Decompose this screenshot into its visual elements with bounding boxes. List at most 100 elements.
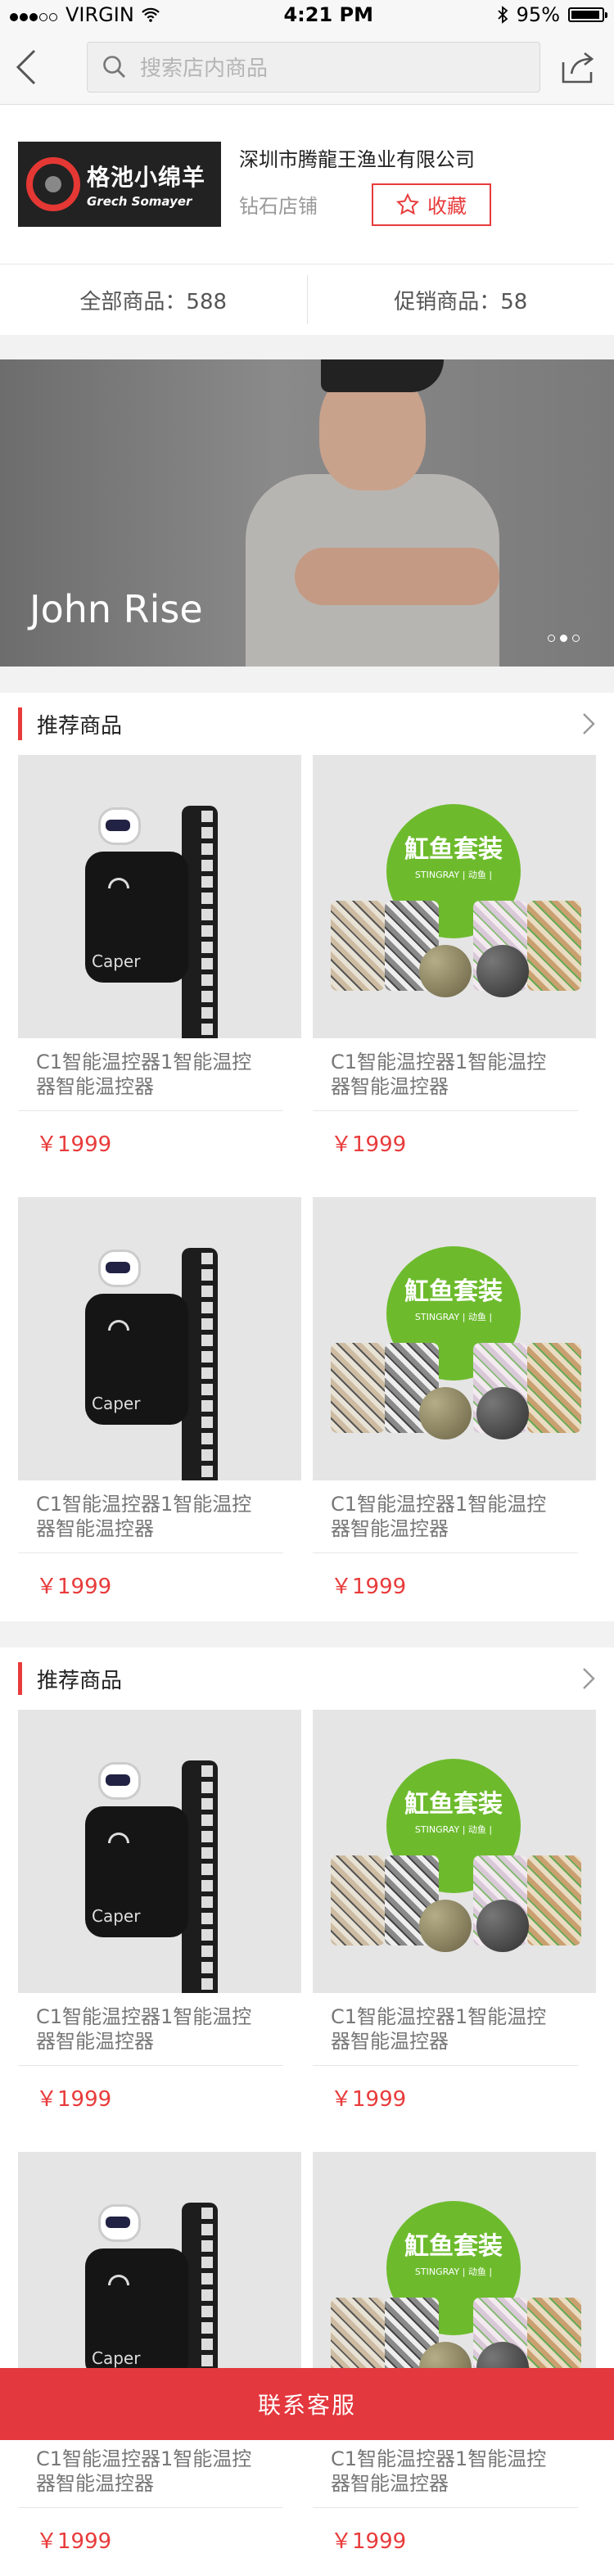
search-input[interactable]: 搜索店内商品: [87, 42, 540, 93]
filter-media-jar: [331, 901, 385, 991]
controller-device: Caper: [85, 852, 188, 983]
carousel-indicator[interactable]: [548, 635, 580, 642]
device-brand: Caper: [92, 2348, 140, 2368]
robot-mascot: [98, 807, 141, 845]
heater-product-image: Caper: [18, 1197, 301, 1480]
promo-products-tab[interactable]: 促销商品：58: [308, 285, 614, 315]
product-card[interactable]: Caper C1智能温控器1智能温控器智能温控器 ￥1999: [18, 1710, 301, 2134]
battery-icon: [568, 7, 604, 22]
chevron-right-icon[interactable]: [581, 1666, 596, 1691]
status-right: 95%: [497, 3, 604, 26]
section-title: 推荐商品: [18, 1662, 122, 1695]
product-card[interactable]: Caper C1智能温控器1智能温控器智能温控器 ￥1999: [18, 1197, 301, 1621]
section-header[interactable]: 推荐商品: [0, 1647, 614, 1710]
badge-subtitle: STINGRAY | 动鱼 |: [415, 1823, 492, 1836]
product-name[interactable]: C1智能温控器1智能温控器智能温控器: [313, 2435, 578, 2508]
heater-product-image: Caper: [18, 1710, 301, 1993]
badge-title: 魟鱼套装: [404, 829, 503, 865]
wifi-icon: [141, 7, 160, 22]
back-button[interactable]: [15, 43, 56, 92]
product-price: ￥1999: [313, 1553, 596, 1621]
product-thumbnail[interactable]: Caper: [18, 1710, 301, 1993]
logo-cn: 格池小绵羊: [87, 160, 205, 192]
banner-carousel[interactable]: John Rise: [0, 359, 614, 667]
chevron-left-icon: [15, 48, 38, 86]
share-button[interactable]: [557, 43, 599, 92]
product-card[interactable]: 魟鱼套装 STINGRAY | 动鱼 | C1智能温控器1智能温控器智能温控器 …: [313, 755, 596, 1179]
status-bar: VIRGIN 4:21 PM 95%: [0, 0, 614, 29]
heater-product-image: Caper: [18, 755, 301, 1038]
product-price: ￥1999: [313, 1111, 596, 1179]
product-card[interactable]: 魟鱼套装 STINGRAY | 动鱼 | C1智能温控器1智能温控器智能温控器 …: [313, 1710, 596, 2134]
contact-service-button[interactable]: 联系客服: [0, 2368, 614, 2440]
robot-mascot: [98, 1250, 141, 1287]
badge-subtitle: STINGRAY | 动鱼 |: [415, 868, 492, 881]
product-card[interactable]: Caper C1智能温控器1智能温控器智能温控器 ￥1999: [18, 2152, 301, 2576]
product-price: ￥1999: [18, 2066, 301, 2134]
product-thumbnail[interactable]: Caper: [18, 755, 301, 1038]
banner-title: John Rise: [29, 587, 203, 631]
controller-device: Caper: [85, 1806, 188, 1937]
filter-media-jar: [527, 1343, 581, 1433]
product-grid: Caper C1智能温控器1智能温控器智能温控器 ￥1999 魟鱼套装 STIN…: [0, 1710, 614, 2576]
nav-bar: 搜索店内商品: [0, 29, 614, 105]
filter-media-jar: [527, 1855, 581, 1946]
product-name[interactable]: C1智能温控器1智能温控器智能温控器: [313, 1038, 578, 1111]
carousel-dot[interactable]: [572, 635, 580, 642]
product-name[interactable]: C1智能温控器1智能温控器智能温控器: [313, 1480, 578, 1553]
product-thumbnail[interactable]: 魟鱼套装 STINGRAY | 动鱼 |: [313, 1197, 596, 1480]
status-left: VIRGIN: [10, 3, 160, 26]
controller-device: Caper: [85, 2248, 188, 2379]
favorite-button[interactable]: 收藏: [372, 183, 491, 226]
bluetooth-icon: [497, 6, 508, 24]
badge-title: 魟鱼套装: [404, 1271, 503, 1307]
product-card[interactable]: 魟鱼套装 STINGRAY | 动鱼 | C1智能温控器1智能温控器智能温控器 …: [313, 1197, 596, 1621]
section-header[interactable]: 推荐商品: [0, 693, 614, 755]
product-name[interactable]: C1智能温控器1智能温控器智能温控器: [18, 1038, 283, 1111]
product-price: ￥1999: [313, 2508, 596, 2576]
filter-media-jar: [331, 1855, 385, 1946]
device-brand: Caper: [92, 1906, 140, 1926]
product-card[interactable]: 魟鱼套装 STINGRAY | 动鱼 | C1智能温控器1智能温控器智能温控器 …: [313, 2152, 596, 2576]
logo-mark: [26, 157, 80, 211]
product-thumbnail[interactable]: 魟鱼套装 STINGRAY | 动鱼 |: [313, 755, 596, 1038]
carousel-dot[interactable]: [548, 635, 555, 642]
shop-level: 钻石店铺: [239, 190, 372, 219]
device-brand: Caper: [92, 1394, 140, 1413]
shop-info: 深圳市腾龍王渔业有限公司 钻石店铺 收藏: [239, 143, 491, 226]
filter-media-jar: [527, 901, 581, 991]
product-name[interactable]: C1智能温控器1智能温控器智能温控器: [18, 1993, 283, 2066]
chevron-right-icon[interactable]: [581, 712, 596, 736]
badge-subtitle: STINGRAY | 动鱼 |: [415, 1310, 492, 1323]
product-name[interactable]: C1智能温控器1智能温控器智能温控器: [313, 1993, 578, 2066]
search-icon: [102, 55, 127, 79]
all-products-tab[interactable]: 全部商品：588: [0, 285, 307, 315]
product-card[interactable]: Caper C1智能温控器1智能温控器智能温控器 ￥1999: [18, 755, 301, 1179]
section-title: 推荐商品: [18, 707, 122, 740]
shop-logo[interactable]: 格池小绵羊 Grech Somayer: [18, 142, 221, 227]
wifi-icon: [108, 878, 129, 888]
carousel-dot-active[interactable]: [560, 635, 567, 642]
product-name[interactable]: C1智能温控器1智能温控器智能温控器: [18, 2435, 283, 2508]
wifi-icon: [108, 1320, 129, 1331]
badge-title: 魟鱼套装: [404, 1783, 503, 1819]
filter-media-jar: [331, 1343, 385, 1433]
badge-title: 魟鱼套装: [404, 2226, 503, 2262]
product-thumbnail[interactable]: 魟鱼套装 STINGRAY | 动鱼 |: [313, 1710, 596, 1993]
filter-ball: [419, 1387, 472, 1439]
shop-row: 钻石店铺 收藏: [239, 183, 491, 226]
signal-icon: [10, 3, 59, 26]
product-price: ￥1999: [18, 1111, 301, 1179]
filter-ball: [476, 1900, 529, 1952]
product-name[interactable]: C1智能温控器1智能温控器智能温控器: [18, 1480, 283, 1553]
product-section: 推荐商品 Caper C1智能温控器1智能温控器智能温控器 ￥1999: [0, 693, 614, 1621]
favorite-label: 收藏: [427, 190, 467, 219]
banner-model-cap: [321, 359, 444, 392]
logo-en: Grech Somayer: [87, 194, 205, 209]
shop-header: 格池小绵羊 Grech Somayer 深圳市腾龍王渔业有限公司 钻石店铺 收藏: [0, 105, 614, 264]
product-price: ￥1999: [313, 2066, 596, 2134]
product-thumbnail[interactable]: Caper: [18, 1197, 301, 1480]
robot-mascot: [98, 2204, 141, 2242]
filter-ball: [419, 945, 472, 997]
status-time: 4:21 PM: [283, 3, 373, 26]
